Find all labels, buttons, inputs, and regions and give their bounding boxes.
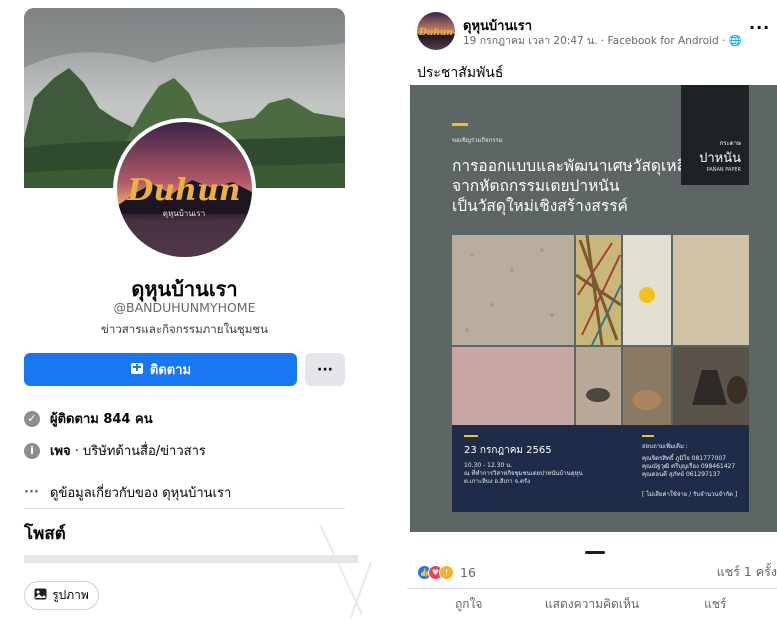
share-button[interactable]: แชร์: [654, 595, 777, 614]
comment-button[interactable]: แสดงความคิดเห็น: [530, 595, 653, 614]
posts-section-title: โพสต์: [24, 524, 66, 544]
reaction-count: 16: [460, 564, 476, 580]
photo-icon: [34, 588, 47, 603]
more-options-button[interactable]: ···: [305, 353, 345, 386]
post-actions: ถูกใจ แสดงความคิดเห็น แชร์: [407, 588, 777, 619]
about-text: ดูข้อมูลเกี่ยวกับของ ดุหุนบ้านเรา: [50, 486, 232, 501]
like-button[interactable]: ถูกใจ: [407, 595, 530, 614]
poster-accent-bar: [452, 123, 468, 126]
event-venue-2: ต.เกาะลิบง อ.สิเกา จ.ตรัง: [464, 478, 531, 485]
section-separator: [24, 555, 358, 563]
post-card: Duhun ดุหุนบ้านเรา 19 กรกฎาคม เวลา 20:47…: [407, 0, 777, 619]
photos-button[interactable]: รูปภาพ: [24, 581, 99, 610]
brand-english: PANAN PAPER: [706, 167, 741, 173]
poster-title-line-3: เป็นวัสดุใหม่เชิงสร้างสรรค์: [452, 197, 628, 215]
page-description: ข่าวสารและกิจกรรมภายในชุมชน: [101, 322, 268, 336]
followers-text: ผู้ติดตาม 844 คน: [50, 412, 153, 427]
followers-icon: ✓: [24, 410, 40, 427]
page-type-text: · บริษัทด้านสื่อ/ข่าวสาร: [70, 444, 206, 459]
post-meta: 19 กรกฎาคม เวลา 20:47 น. · Facebook for …: [463, 35, 742, 47]
event-date: 23 กรกฎาคม 2565: [464, 445, 552, 456]
followers-row[interactable]: ✓ ผู้ติดตาม 844 คน: [24, 408, 153, 429]
info-icon: i: [24, 442, 40, 459]
follow-button[interactable]: ติดตาม: [24, 353, 297, 386]
follow-label: ติดตาม: [149, 363, 192, 378]
poster-photo-collage: [452, 235, 749, 425]
svg-text:Duhun: Duhun: [418, 28, 453, 38]
photos-label: รูปภาพ: [52, 588, 89, 602]
reactions-summary[interactable]: 👍 ♥ ! 16 แชร์ 1 ครั้ง: [417, 562, 777, 582]
contact-title: สอบถามเพิ่มเติม :: [642, 443, 688, 450]
post-options-button[interactable]: ···: [749, 18, 770, 37]
contact-line-3: คุณดอนดี สุภัทย์ 061297137: [642, 471, 721, 478]
duhun-logo: Duhun ดุหุนบ้านเรา: [117, 122, 252, 257]
follow-icon: [130, 361, 144, 379]
poster-info-panel: 23 กรกฎาคม 2565 10.30 - 12.30 น. ณ ที่ทำ…: [452, 425, 749, 512]
poster-brand-box: กระดาษ ปาหนัน PANAN PAPER: [681, 85, 749, 185]
profile-picture[interactable]: Duhun ดุหุนบ้านเรา: [113, 118, 256, 261]
post-author-avatar[interactable]: Duhun: [417, 12, 455, 50]
post-text: ประชาสัมพันธ์: [417, 65, 504, 81]
svg-text:ดุหุนบ้านเรา: ดุหุนบ้านเรา: [163, 209, 206, 218]
page-profile-panel: Duhun ดุหุนบ้านเรา ดุหุนบ้านเรา @BANDUHU…: [0, 0, 373, 619]
page-type-row: i เพจ · บริษัทด้านสื่อ/ข่าวสาร: [24, 440, 206, 461]
carousel-indicator: [585, 551, 605, 554]
svg-text:Duhun: Duhun: [126, 173, 240, 208]
shares-count[interactable]: แชร์ 1 ครั้ง: [717, 562, 777, 582]
about-row[interactable]: ··· ดูข้อมูลเกี่ยวกับของ ดุหุนบ้านเรา: [24, 482, 231, 503]
page-handle: @BANDUHUNMYHOME: [113, 300, 256, 315]
brand-name: ปาหนัน: [699, 151, 741, 166]
ellipsis-icon: ···: [24, 485, 39, 500]
page-type-label: เพจ: [50, 444, 71, 459]
wow-reaction-icon: !: [439, 564, 454, 580]
post-poster-image[interactable]: ขอเชิญร่วมกิจกรรม การออกแบบและพัฒนาเศษวั…: [410, 85, 777, 532]
footer-note: [ ไม่เสียค่าใช้จ่าย / รับจำนวนจำกัด ]: [642, 491, 738, 498]
poster-tagline: ขอเชิญร่วมกิจกรรม: [452, 137, 503, 144]
divider: [24, 508, 345, 509]
